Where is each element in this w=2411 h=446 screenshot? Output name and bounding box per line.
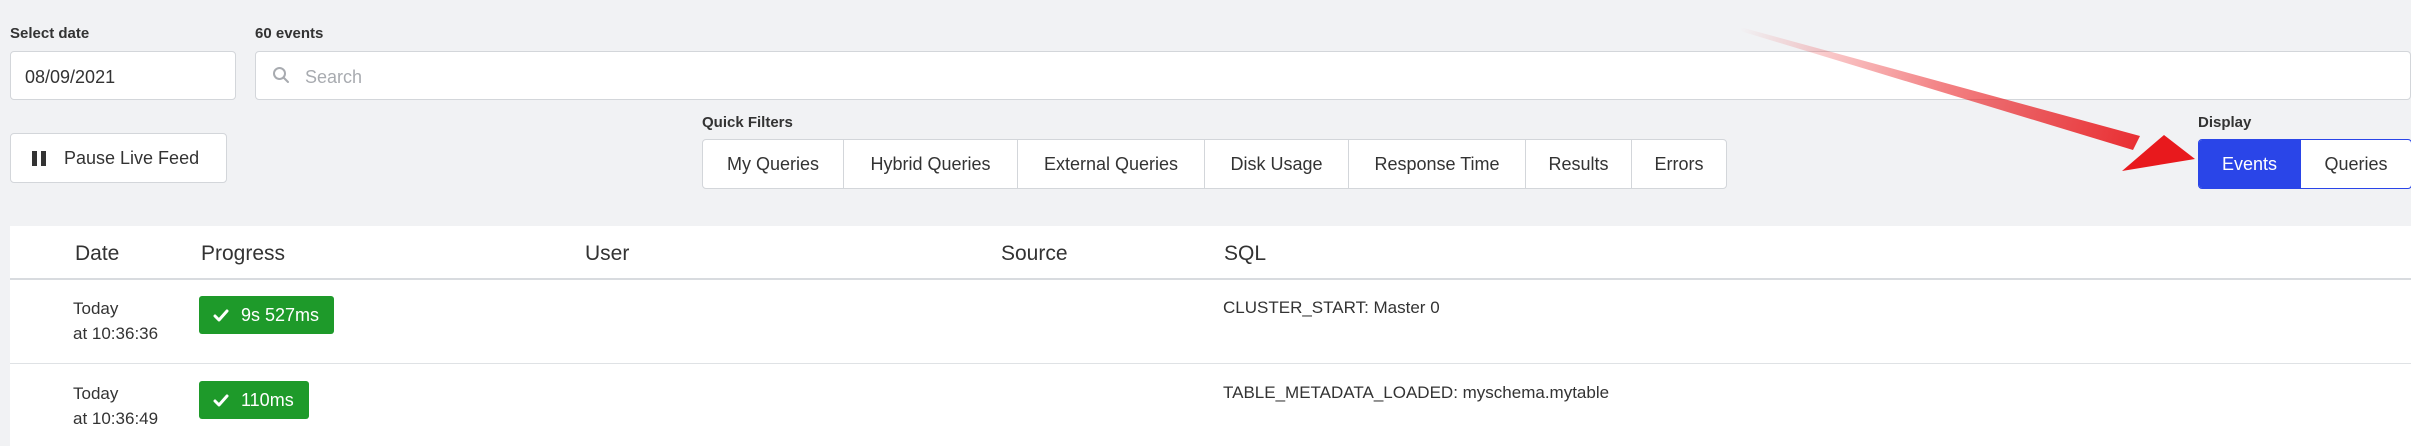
row-divider — [10, 363, 2411, 364]
row-sql: TABLE_METADATA_LOADED: myschema.mytable — [1223, 383, 1610, 402]
column-header-user[interactable]: User — [585, 242, 629, 266]
progress-badge: 9s 527ms — [199, 296, 335, 334]
events-table: Date Progress User Source SQL Today at 1… — [10, 226, 2411, 446]
row-date: Today at 10:36:36 — [73, 296, 158, 346]
select-date-label: Select date — [10, 25, 90, 42]
display-events-button[interactable]: Events — [2199, 140, 2300, 188]
pause-icon — [32, 151, 46, 166]
progress-value: 110ms — [241, 389, 294, 410]
quick-filter-my-queries[interactable]: My Queries — [703, 140, 844, 188]
pause-live-feed-button[interactable]: Pause Live Feed — [10, 133, 227, 183]
events-count-label: 60 events — [255, 25, 324, 42]
header-divider — [10, 278, 2411, 280]
progress-value: 9s 527ms — [241, 304, 320, 325]
row-date-day: Today — [73, 299, 119, 318]
quick-filter-external-queries[interactable]: External Queries — [1018, 140, 1205, 188]
column-header-source[interactable]: Source — [1001, 242, 1068, 266]
quick-filter-results[interactable]: Results — [1526, 140, 1632, 188]
quick-filter-response-time[interactable]: Response Time — [1349, 140, 1526, 188]
row-date-time: at 10:36:49 — [73, 409, 159, 428]
pause-live-feed-label: Pause Live Feed — [64, 148, 200, 168]
row-date-day: Today — [73, 384, 119, 403]
column-header-progress[interactable]: Progress — [201, 242, 285, 266]
quick-filter-disk-usage[interactable]: Disk Usage — [1205, 140, 1349, 188]
quick-filters-group: My Queries Hybrid Queries External Queri… — [702, 139, 1727, 189]
display-toggle: Events Queries — [2198, 139, 2411, 189]
row-sql: CLUSTER_START: Master 0 — [1223, 298, 1440, 317]
column-header-sql[interactable]: SQL — [1224, 242, 1266, 266]
check-icon — [213, 309, 229, 321]
progress-badge: 110ms — [199, 381, 309, 419]
search-input[interactable]: Search — [255, 51, 2411, 100]
display-queries-button[interactable]: Queries — [2300, 140, 2411, 188]
date-input[interactable]: 08/09/2021 — [10, 51, 236, 100]
check-icon — [213, 394, 229, 406]
search-placeholder: Search — [305, 67, 363, 87]
quick-filter-hybrid-queries[interactable]: Hybrid Queries — [844, 140, 1018, 188]
display-label: Display — [2198, 114, 2252, 131]
column-header-date[interactable]: Date — [75, 242, 119, 266]
search-icon — [272, 66, 290, 89]
row-date: Today at 10:36:49 — [73, 381, 158, 431]
quick-filter-errors[interactable]: Errors — [1632, 140, 1726, 188]
quick-filters-label: Quick Filters — [702, 114, 793, 131]
row-date-time: at 10:36:36 — [73, 324, 159, 343]
